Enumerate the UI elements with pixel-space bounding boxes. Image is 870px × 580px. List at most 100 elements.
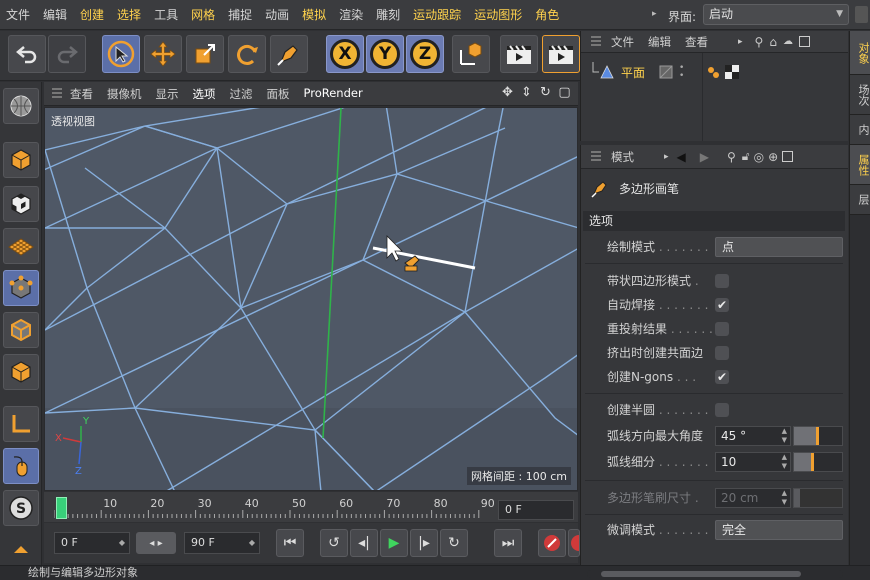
viewport-menu-item[interactable]: 过滤 — [230, 86, 253, 102]
range-slider-button[interactable]: ◂ ▸ — [136, 532, 176, 554]
menu-item[interactable]: 编辑 — [43, 6, 67, 23]
dolly-icon[interactable]: ⇕ — [519, 85, 534, 100]
menu-item[interactable]: 渲染 — [339, 6, 363, 23]
lock-icon[interactable]: 🔓︎ — [742, 149, 750, 164]
viewport-menu-item[interactable]: ProRender — [304, 86, 363, 102]
arc-subdivision-field[interactable]: 10 ▲ ▼ — [715, 452, 791, 472]
spinner-icon[interactable]: ▲ ▼ — [782, 489, 787, 507]
search-icon[interactable]: ⚲ — [727, 150, 736, 164]
rotate-tool-button[interactable] — [228, 35, 266, 73]
model-mode-button[interactable] — [3, 142, 39, 178]
go-to-end-button[interactable]: ⏭ — [494, 529, 522, 557]
layout-select[interactable]: 启动 ▼ — [703, 4, 849, 25]
y-axis-lock-button[interactable]: Y — [366, 35, 404, 73]
object-name[interactable]: 平面 — [621, 64, 645, 81]
menu-item[interactable]: 动画 — [265, 6, 289, 23]
record-button[interactable] — [538, 529, 566, 557]
phong-tag-icon[interactable] — [707, 66, 719, 78]
home-icon[interactable]: ⌂ — [769, 35, 777, 49]
live-selection-button[interactable] — [102, 35, 140, 73]
viewport-menu-item[interactable]: 摄像机 — [107, 86, 142, 102]
brush-size-slider[interactable] — [793, 488, 843, 508]
x-axis-lock-button[interactable]: X — [326, 35, 364, 73]
target-icon[interactable]: ◎ — [754, 150, 764, 164]
tab-objects[interactable]: 对象 — [850, 31, 870, 75]
scrollbar-thumb[interactable] — [601, 571, 801, 577]
play-button[interactable]: ▶ — [380, 529, 408, 557]
tweak-mode-button[interactable] — [3, 448, 39, 484]
arc-angle-field[interactable]: 45 ° ▲ ▼ — [715, 426, 791, 446]
reproject-checkbox[interactable] — [715, 322, 729, 336]
menu-item[interactable]: 文件 — [6, 6, 30, 23]
menu-item[interactable]: 选择 — [117, 6, 141, 23]
new-window-icon[interactable] — [782, 151, 794, 162]
redo-button[interactable] — [48, 35, 86, 73]
scale-tool-button[interactable] — [186, 35, 224, 73]
drag-handle-icon[interactable] — [591, 35, 601, 48]
polygon-mode-button[interactable] — [3, 354, 39, 390]
viewport-menu-item[interactable]: 选项 — [193, 86, 216, 102]
tweak-mode-dropdown[interactable]: 完全 — [715, 520, 843, 540]
menu-item[interactable]: 角色 — [535, 6, 559, 23]
menu-item[interactable]: 网格 — [191, 6, 215, 23]
ngons-checkbox[interactable]: ✔ — [715, 370, 729, 384]
strip-quad-checkbox[interactable] — [715, 274, 729, 288]
render-active-button[interactable] — [542, 35, 580, 73]
texture-mode-button[interactable] — [3, 186, 39, 222]
viewport-menu-item[interactable]: 查看 — [70, 86, 93, 102]
viewport-menu-item[interactable]: 显示 — [156, 86, 179, 102]
menu-item[interactable]: 创建 — [80, 6, 104, 23]
next-frame-button[interactable]: |▸ — [410, 529, 438, 557]
panel-menu-button[interactable] — [855, 6, 868, 23]
arc-angle-slider[interactable] — [793, 426, 843, 446]
axis-mode-button[interactable] — [3, 406, 39, 442]
auto-weld-checkbox[interactable]: ✔ — [715, 298, 729, 312]
next-key-button[interactable]: ↻ — [440, 529, 468, 557]
orbit-icon[interactable]: ↻ — [538, 85, 553, 100]
menu-item[interactable]: 运动图形 — [474, 6, 522, 23]
coordinate-system-button[interactable] — [452, 35, 490, 73]
menu-item[interactable]: 雕刻 — [376, 6, 400, 23]
z-axis-lock-button[interactable]: Z — [406, 35, 444, 73]
column-divider[interactable] — [702, 53, 703, 141]
arc-subdivision-slider[interactable] — [793, 452, 843, 472]
pan-icon[interactable]: ✥ — [500, 85, 515, 100]
draw-mode-dropdown[interactable]: 点 — [715, 237, 843, 257]
extrude-edges-checkbox[interactable] — [715, 346, 729, 360]
polygon-pen-tool-button[interactable] — [270, 35, 308, 73]
layer-icon[interactable] — [659, 65, 673, 79]
add-icon[interactable]: ⊕ — [768, 150, 778, 164]
start-frame-field[interactable]: 0 F ◆ — [54, 532, 130, 554]
render-view-button[interactable] — [500, 35, 538, 73]
go-to-start-button[interactable]: ⏮ — [276, 529, 304, 557]
viewport-menu-item[interactable]: 面板 — [267, 86, 290, 102]
search-icon[interactable]: ⚲ — [755, 35, 764, 49]
menu-item[interactable]: 捕捉 — [228, 6, 252, 23]
autokey-button[interactable] — [568, 529, 580, 557]
current-frame-field[interactable]: 0 F — [498, 500, 574, 520]
section-header-options[interactable]: 选项 — [583, 211, 845, 231]
undo-button[interactable] — [8, 35, 46, 73]
spinner-icon[interactable]: ▲ ▼ — [782, 453, 787, 471]
end-frame-field[interactable]: 90 F ◆ — [184, 532, 260, 554]
new-window-icon[interactable] — [798, 36, 810, 47]
tab-attributes[interactable]: 属性 — [850, 145, 870, 185]
move-tool-button[interactable] — [144, 35, 182, 73]
object-menu-item[interactable]: 查看 — [685, 34, 708, 50]
menu-item[interactable]: 工具 — [154, 6, 178, 23]
edge-mode-button[interactable] — [3, 312, 39, 348]
tab-takes[interactable]: 场次 — [850, 75, 870, 115]
drag-handle-icon[interactable] — [52, 87, 62, 100]
cloud-icon[interactable]: ☁ — [783, 36, 793, 47]
texture-tag-icon[interactable] — [725, 65, 739, 79]
visibility-dots-icon[interactable]: • • — [679, 64, 684, 81]
previous-key-button[interactable]: ↺ — [320, 529, 348, 557]
timeline-track[interactable]: 0102030405060708090 — [54, 496, 500, 518]
tab-content[interactable]: 内 — [850, 115, 870, 145]
brush-size-field[interactable]: 20 cm ▲ ▼ — [715, 488, 791, 508]
menu-item[interactable]: 模拟 — [302, 6, 326, 23]
snap-button[interactable]: S — [3, 490, 39, 526]
object-menu-item[interactable]: 文件 — [611, 34, 634, 50]
maximize-icon[interactable]: ▢ — [557, 85, 572, 100]
object-row[interactable]: 平面 • • — [581, 62, 849, 82]
